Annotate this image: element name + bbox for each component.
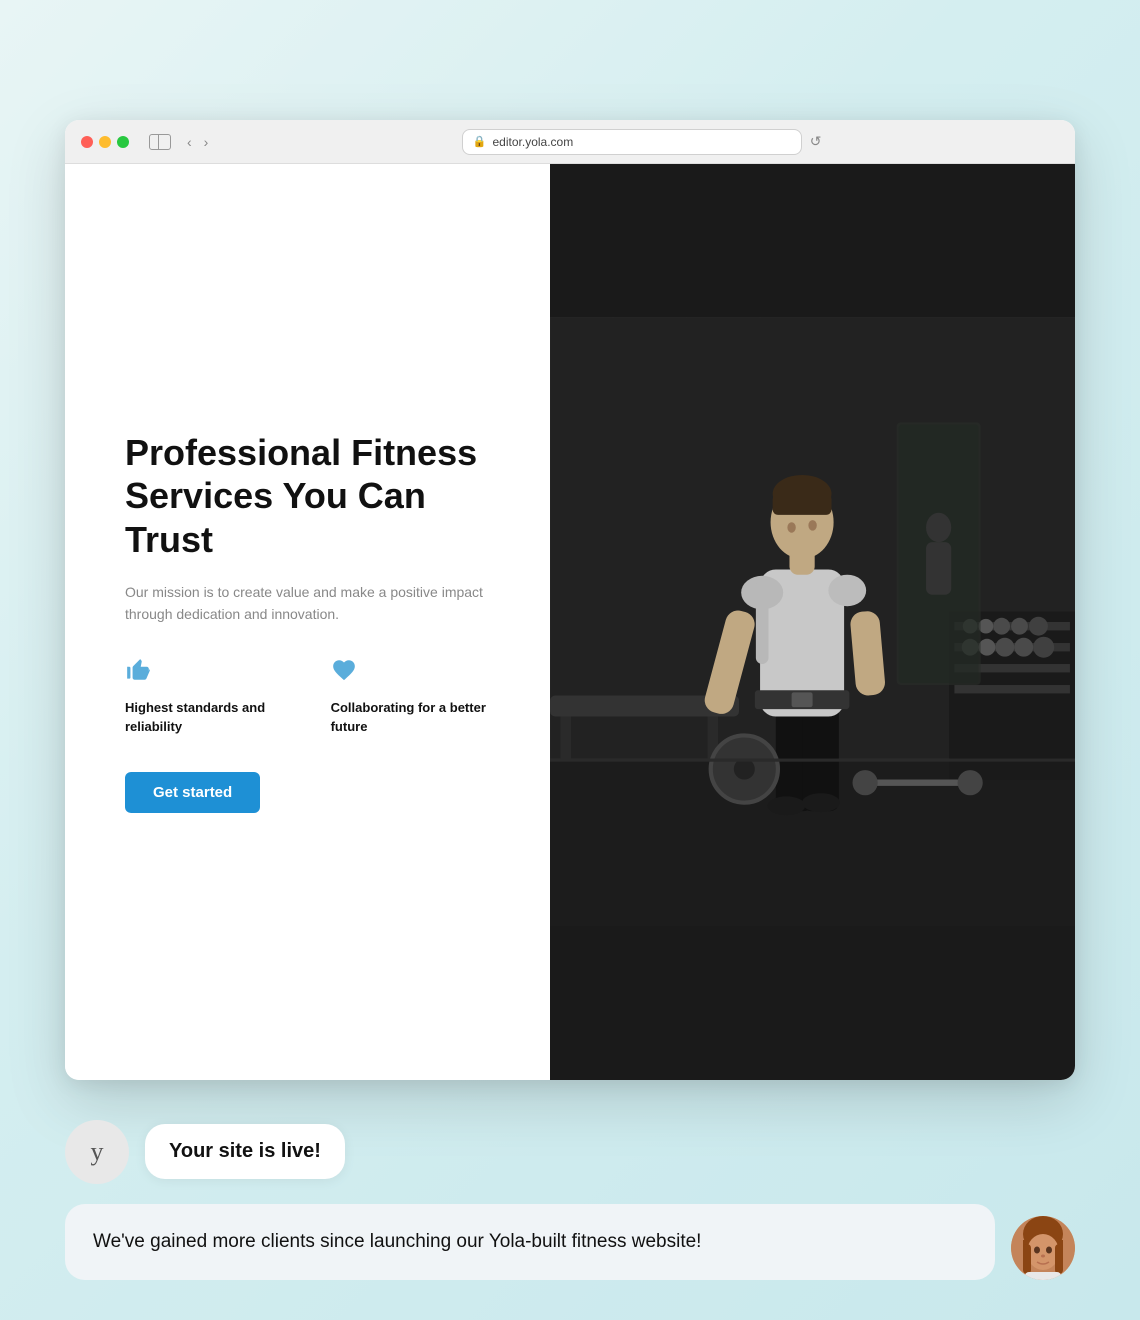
lock-icon: 🔒 xyxy=(473,135,487,148)
browser-nav: ‹ › xyxy=(183,132,212,152)
hero-subtitle: Our mission is to create value and make … xyxy=(125,581,500,626)
browser-content: Professional Fitness Services You Can Tr… xyxy=(65,164,1075,1080)
browser-chrome: ‹ › 🔒 editor.yola.com ↺ xyxy=(65,120,1075,164)
yola-avatar: y xyxy=(65,1120,129,1184)
left-panel: Professional Fitness Services You Can Tr… xyxy=(65,164,550,1080)
thumbsup-icon xyxy=(125,657,299,689)
testimonial-bubble: We've gained more clients since launchin… xyxy=(65,1204,995,1281)
gym-image-panel xyxy=(550,164,1075,1080)
address-bar-container: 🔒 editor.yola.com ↺ xyxy=(224,129,1059,155)
heart-icon xyxy=(331,657,500,689)
hero-title: Professional Fitness Services You Can Tr… xyxy=(125,431,500,561)
url-text: editor.yola.com xyxy=(493,135,574,149)
back-button[interactable]: ‹ xyxy=(183,132,196,152)
sidebar-toggle-button[interactable] xyxy=(149,134,171,150)
get-started-button[interactable]: Get started xyxy=(125,772,260,813)
forward-button[interactable]: › xyxy=(200,132,213,152)
notification-text: Your site is live! xyxy=(169,1140,321,1162)
features-row: Highest standards and reliability Collab… xyxy=(125,657,500,735)
feature-text-2: Collaborating for a better future xyxy=(331,699,500,735)
feature-item-1: Highest standards and reliability xyxy=(125,657,299,735)
maximize-button[interactable] xyxy=(117,136,129,148)
testimonial-text: We've gained more clients since launchin… xyxy=(93,1231,701,1252)
minimize-button[interactable] xyxy=(99,136,111,148)
chat-area: y Your site is live! We've gained more c… xyxy=(65,1120,1075,1281)
feature-item-2: Collaborating for a better future xyxy=(331,657,500,735)
user-avatar xyxy=(1011,1216,1075,1280)
feature-text-1: Highest standards and reliability xyxy=(125,699,299,735)
yola-notification: y Your site is live! xyxy=(65,1120,1075,1184)
browser-window: ‹ › 🔒 editor.yola.com ↺ Professional Fit… xyxy=(65,120,1075,1080)
notification-bubble: Your site is live! xyxy=(145,1124,345,1179)
user-avatar-image xyxy=(1011,1216,1075,1280)
reload-button[interactable]: ↺ xyxy=(810,133,822,150)
address-bar[interactable]: 🔒 editor.yola.com xyxy=(462,129,802,155)
close-button[interactable] xyxy=(81,136,93,148)
yola-letter: y xyxy=(91,1137,104,1167)
testimonial-row: We've gained more clients since launchin… xyxy=(65,1204,1075,1281)
traffic-lights xyxy=(81,136,129,148)
gym-illustration xyxy=(550,164,1075,1080)
